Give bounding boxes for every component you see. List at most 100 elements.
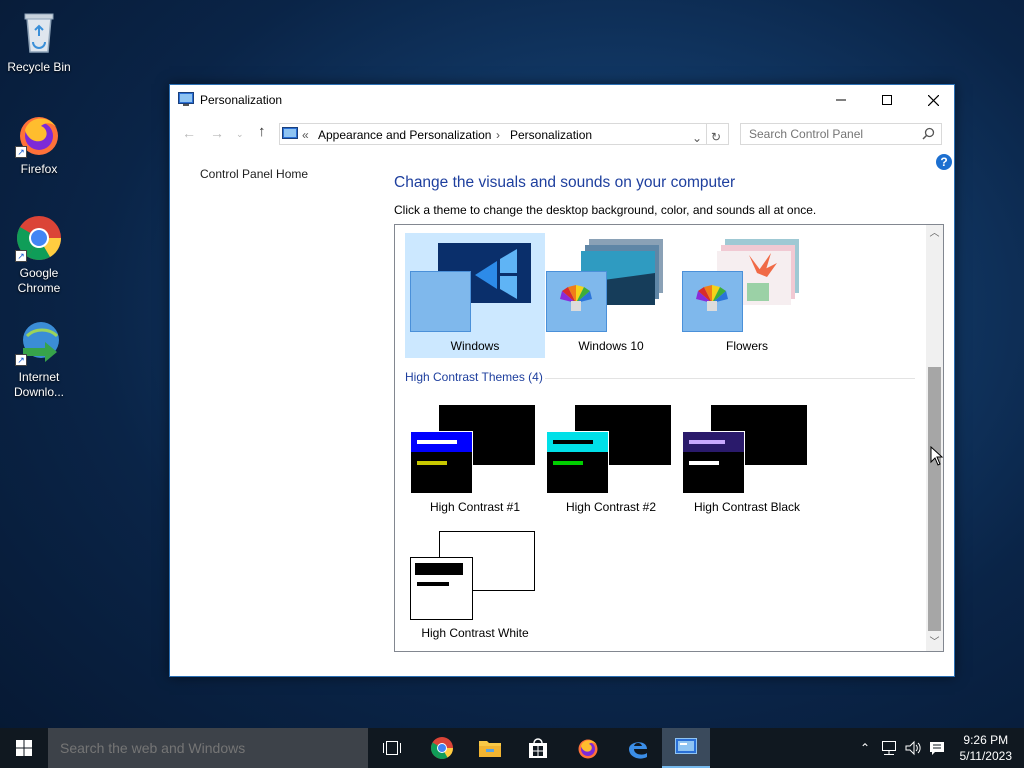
firefox-icon: ↗ xyxy=(15,110,63,158)
show-hidden-icons-button[interactable]: ⌃ xyxy=(856,728,874,768)
theme-high-contrast-1[interactable]: High Contrast #1 xyxy=(405,397,545,522)
back-button[interactable]: ← xyxy=(182,125,196,141)
back-arrow-icon: ← xyxy=(182,125,196,141)
close-icon xyxy=(927,94,939,106)
task-view-button[interactable] xyxy=(368,728,416,768)
chrome-icon: ↗ xyxy=(15,214,63,262)
theme-windows-preview xyxy=(410,243,531,332)
theme-windows-10-preview xyxy=(546,239,663,332)
network-icon xyxy=(882,741,896,755)
control-panel-icon xyxy=(675,738,697,754)
theme-label: High Contrast Black xyxy=(693,500,801,514)
address-bar[interactable]: « Appearance and Personalization › Perso… xyxy=(279,123,729,145)
windows-logo-icon xyxy=(16,740,32,756)
chevron-down-icon: ⌄ xyxy=(236,129,244,139)
title-bar[interactable]: Personalization xyxy=(170,85,954,115)
taskbar: ⌃ 9:26 PM 5/11/2023 xyxy=(0,728,1024,768)
desktop-icon-chrome[interactable]: ↗ Google Chrome xyxy=(4,214,74,296)
taskbar-chrome[interactable] xyxy=(418,728,466,768)
desktop-icon-idm[interactable]: ↗ Internet Downlo... xyxy=(4,318,74,400)
maximize-button[interactable] xyxy=(864,85,910,115)
theme-windows-10[interactable]: Windows 10 xyxy=(541,233,681,358)
taskbar-search-box[interactable] xyxy=(48,728,368,768)
theme-label: High Contrast White xyxy=(421,626,529,640)
up-button[interactable]: ↑ xyxy=(258,123,266,140)
theme-label: Windows 10 xyxy=(578,339,644,353)
theme-hc-black-preview xyxy=(682,405,807,494)
maximize-icon xyxy=(882,95,892,105)
taskbar-file-explorer[interactable] xyxy=(466,728,514,768)
mouse-cursor-icon xyxy=(930,446,944,466)
chrome-icon xyxy=(431,737,453,759)
theme-flowers-preview xyxy=(682,239,799,332)
control-panel-icon xyxy=(282,127,298,144)
forward-button[interactable]: → xyxy=(210,125,224,141)
theme-high-contrast-black[interactable]: High Contrast Black xyxy=(677,397,817,522)
minimize-icon xyxy=(836,99,846,101)
clock-date: 5/11/2023 xyxy=(959,749,1013,763)
volume-button[interactable] xyxy=(902,728,924,768)
breadcrumb-separator-icon: › xyxy=(496,128,500,142)
theme-list-scrollbar[interactable]: ︿ ﹀ xyxy=(926,225,943,651)
chevron-down-icon: ⌄ xyxy=(692,131,703,145)
action-center-button[interactable] xyxy=(926,728,948,768)
breadcrumb-overflow[interactable]: « xyxy=(302,128,309,142)
shortcut-arrow-icon: ↗ xyxy=(15,146,27,158)
theme-high-contrast-2[interactable]: High Contrast #2 xyxy=(541,397,681,522)
navigation-bar: ← → ⌄ ↑ « Appearance and Personalization… xyxy=(170,121,954,145)
search-input[interactable] xyxy=(741,124,911,144)
breadcrumb-personalization[interactable]: Personalization xyxy=(510,128,592,142)
shortcut-arrow-icon: ↗ xyxy=(15,354,27,366)
minimize-button[interactable] xyxy=(818,85,864,115)
taskbar-store[interactable] xyxy=(514,728,562,768)
taskbar-control-panel[interactable] xyxy=(662,728,710,768)
scroll-down-button[interactable]: ﹀ xyxy=(926,634,943,651)
recent-locations-button[interactable]: ⌄ xyxy=(236,129,244,140)
shortcut-arrow-icon: ↗ xyxy=(15,250,27,262)
taskbar-edge[interactable] xyxy=(614,728,662,768)
task-view-icon xyxy=(383,741,401,755)
start-button[interactable] xyxy=(0,728,48,768)
theme-hc-white-preview xyxy=(410,531,535,620)
theme-label: High Contrast #2 xyxy=(565,500,657,514)
section-divider xyxy=(545,378,915,379)
desktop-icon-label: Firefox xyxy=(20,162,58,176)
theme-label: Flowers xyxy=(725,339,768,353)
theme-label: Windows xyxy=(450,339,500,353)
store-icon xyxy=(529,738,547,758)
volume-icon xyxy=(905,740,921,756)
theme-flowers[interactable]: Flowers xyxy=(677,233,817,358)
chevron-up-icon: ⌃ xyxy=(859,741,871,755)
taskbar-clock[interactable]: 9:26 PM 5/11/2023 xyxy=(960,732,1013,764)
scroll-up-button[interactable]: ︿ xyxy=(926,225,943,242)
network-button[interactable] xyxy=(878,728,900,768)
desktop-icon-recycle-bin[interactable]: Recycle Bin xyxy=(4,8,74,75)
theme-hc2-preview xyxy=(546,405,671,494)
window-title: Personalization xyxy=(200,93,283,107)
help-button[interactable]: ? xyxy=(936,154,952,170)
control-panel-home-link[interactable]: Control Panel Home xyxy=(200,167,308,181)
theme-label: High Contrast #1 xyxy=(429,500,521,514)
theme-windows[interactable]: Windows xyxy=(405,233,545,358)
recycle-bin-icon xyxy=(15,8,63,56)
idm-icon: ↗ xyxy=(15,318,63,366)
search-icon[interactable] xyxy=(922,127,935,143)
search-box[interactable] xyxy=(740,123,942,145)
personalization-window: Personalization ← → ⌄ ↑ « Appearance and… xyxy=(169,84,955,677)
address-divider xyxy=(706,124,707,144)
desktop-icon-firefox[interactable]: ↗ Firefox xyxy=(4,110,74,177)
notification-icon xyxy=(930,742,944,755)
desktop-icon-label: Google Chrome xyxy=(17,266,61,295)
scrollbar-thumb[interactable] xyxy=(928,367,941,631)
taskbar-firefox[interactable] xyxy=(564,728,612,768)
high-contrast-section-header[interactable]: High Contrast Themes (4) xyxy=(405,370,543,384)
taskbar-search-input[interactable] xyxy=(48,728,368,768)
breadcrumb-appearance[interactable]: Appearance and Personalization xyxy=(318,128,491,142)
theme-high-contrast-white[interactable]: High Contrast White xyxy=(405,523,545,648)
chevron-up-icon: ︿ xyxy=(929,228,940,239)
edge-icon xyxy=(629,742,647,759)
firefox-icon xyxy=(578,739,598,759)
close-button[interactable] xyxy=(910,85,956,115)
desktop-icon-label: Internet Downlo... xyxy=(13,370,65,399)
clock-time: 9:26 PM xyxy=(963,733,1009,747)
